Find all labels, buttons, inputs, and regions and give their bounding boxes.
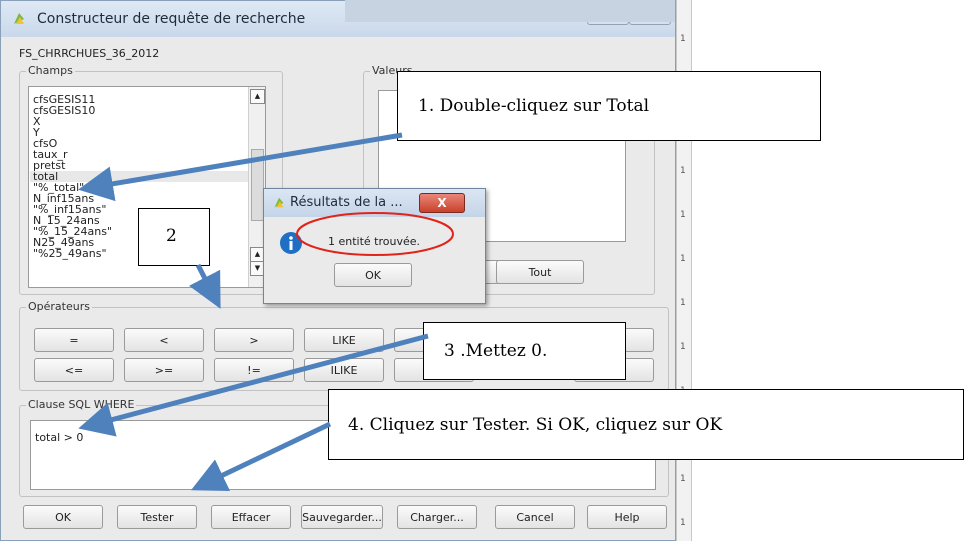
arrow-to-tester	[190, 421, 332, 492]
arrow-to-total	[78, 132, 403, 202]
arrow-to-operators	[189, 263, 221, 309]
highlight-ellipse	[296, 212, 454, 256]
annotation-overlay	[78, 132, 454, 492]
arrow-to-sql	[78, 333, 429, 437]
